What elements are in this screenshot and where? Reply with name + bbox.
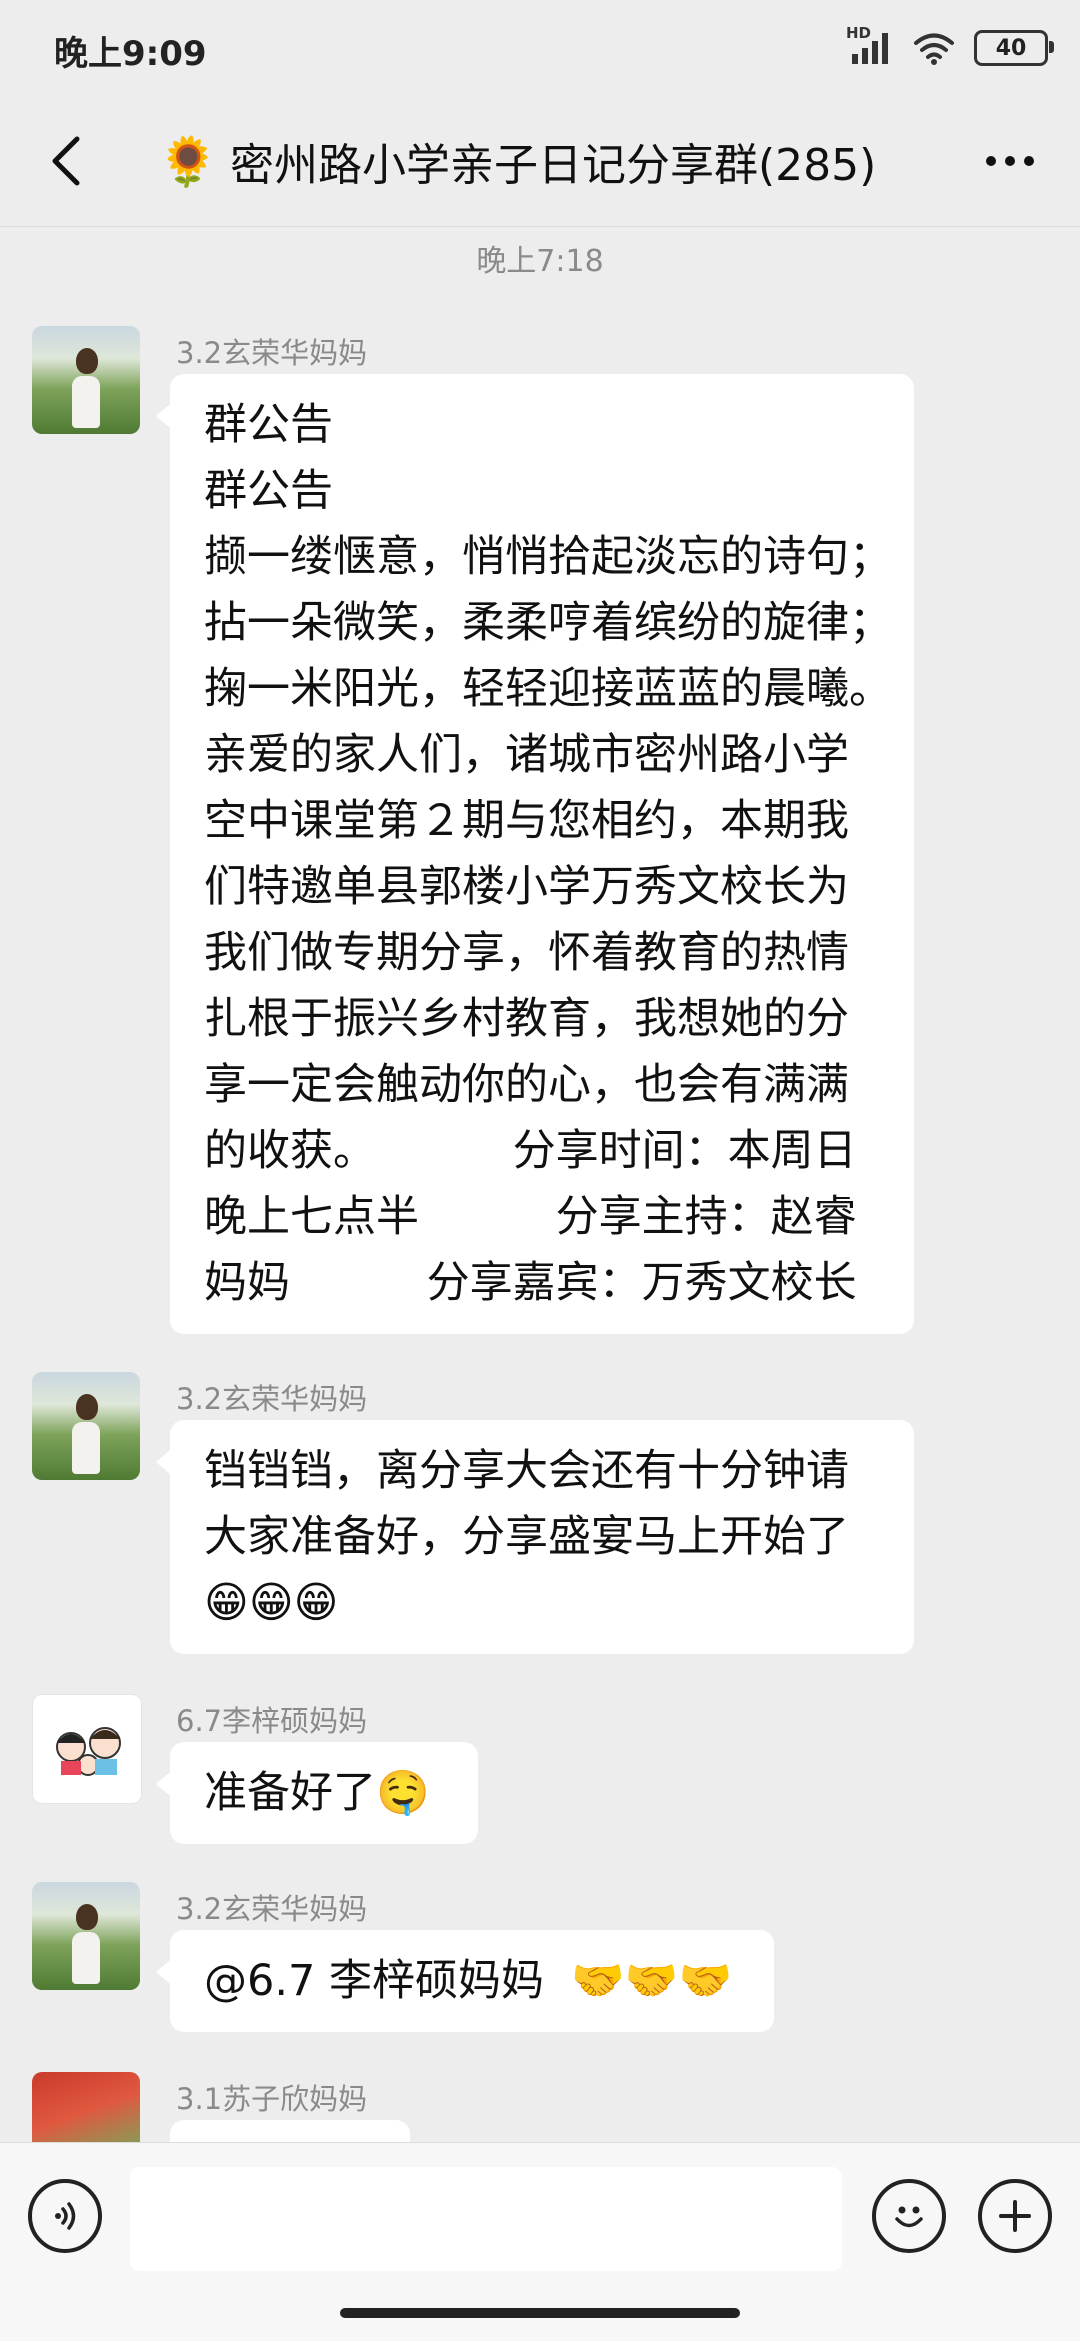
message-line: 妈妈 分享嘉宾：万秀文校长 bbox=[204, 1258, 857, 1308]
avatar[interactable] bbox=[32, 1694, 142, 1804]
message-line: 们特邀单县郭楼小学万秀文校长为 bbox=[204, 862, 849, 912]
sunflower-icon: 🌻 bbox=[158, 133, 218, 190]
message-line: 群公告 bbox=[204, 400, 333, 450]
voice-icon bbox=[55, 2202, 76, 2230]
avatar-person-figure bbox=[72, 1394, 102, 1474]
back-arrow-icon bbox=[52, 136, 80, 186]
message-line: 准备好了🤤 bbox=[204, 1768, 430, 1818]
emoji-button[interactable] bbox=[872, 2179, 946, 2253]
message-line: 亲爱的家人们，诸城市密州路小学 bbox=[204, 730, 849, 780]
voice-button[interactable] bbox=[28, 2179, 102, 2253]
message-line: 铛铛铛，离分享大会还有十分钟请 bbox=[204, 1446, 849, 1496]
message-line: 享一定会触动你的心，也会有满满 bbox=[204, 1060, 849, 1110]
chat-timestamp: 晚上7:18 bbox=[476, 244, 604, 279]
message-line: 撷一缕惬意，悄悄拾起淡忘的诗句； bbox=[204, 532, 892, 582]
home-indicator[interactable] bbox=[340, 2308, 740, 2318]
avatar[interactable] bbox=[32, 1882, 140, 1990]
group-name: 密州路小学亲子日记分享群(285) bbox=[230, 140, 877, 191]
emoji-icon bbox=[895, 2206, 923, 2228]
message-line: 拈一朵微笑，柔柔哼着缤纷的旋律； bbox=[204, 598, 892, 648]
chat-header: 🌻 密州路小学亲子日记分享群(285) bbox=[0, 96, 1080, 227]
message-line: 晚上七点半 分享主持：赵睿 bbox=[204, 1192, 857, 1242]
message-line: 掬一米阳光，轻轻迎接蓝蓝的晨曦。 bbox=[204, 664, 892, 714]
sender-name: 3.1苏子欣妈妈 bbox=[176, 2082, 368, 2116]
message-line: 我们做专期分享，怀着教育的热情 bbox=[204, 928, 849, 978]
battery-icon: 40 bbox=[974, 30, 1054, 66]
message-line: 大家准备好，分享盛宴马上开始了 bbox=[204, 1512, 849, 1562]
hd-label: HD bbox=[846, 24, 872, 42]
more-dots-icon bbox=[986, 156, 1034, 166]
battery-level: 40 bbox=[995, 35, 1027, 61]
message-line: 😁😁😁 bbox=[204, 1578, 339, 1628]
status-icons: HD 40 bbox=[846, 24, 1054, 68]
message-line: 的收获。 分享时间：本周日 bbox=[204, 1126, 857, 1176]
avatar[interactable] bbox=[32, 1372, 140, 1480]
wifi-icon bbox=[912, 30, 956, 66]
message-line: 扎根于振兴乡村教育，我想她的分 bbox=[204, 994, 849, 1044]
message-bubble[interactable]: 群公告 群公告 撷一缕惬意，悄悄拾起淡忘的诗句； 拈一朵微笑，柔柔哼着缤纷的旋律… bbox=[156, 374, 914, 1334]
status-time: 晚上9:09 bbox=[54, 34, 207, 74]
signal-icon: HD bbox=[846, 24, 894, 66]
plus-icon bbox=[999, 2200, 1031, 2232]
more-functions-button[interactable] bbox=[978, 2179, 1052, 2253]
back-button[interactable] bbox=[30, 126, 100, 196]
chat-title: 🌻 密州路小学亲子日记分享群(285) bbox=[158, 126, 920, 196]
sender-name: 3.2玄荣华妈妈 bbox=[176, 1892, 368, 1926]
status-bar: 晚上9:09 HD 40 bbox=[0, 0, 1080, 96]
sender-name: 3.2玄荣华妈妈 bbox=[176, 336, 368, 370]
message-line: 空中课堂第２期与您相约，本期我 bbox=[204, 796, 849, 846]
message-bubble[interactable]: @6.7 李梓硕妈妈 🤝🤝🤝 bbox=[156, 1930, 774, 2032]
sender-name: 6.7李梓硕妈妈 bbox=[176, 1704, 368, 1738]
more-button[interactable] bbox=[970, 126, 1050, 196]
avatar-person-figure bbox=[72, 348, 102, 428]
avatar[interactable] bbox=[32, 326, 140, 434]
sender-name: 3.2玄荣华妈妈 bbox=[176, 1382, 368, 1416]
message-bubble[interactable]: 铛铛铛，离分享大会还有十分钟请 大家准备好，分享盛宴马上开始了 😁😁😁 bbox=[156, 1420, 914, 1654]
message-bubble[interactable]: 准备好了🤤 bbox=[156, 1742, 478, 1844]
message-input[interactable] bbox=[130, 2167, 842, 2271]
message-line: @6.7 李梓硕妈妈 🤝🤝🤝 bbox=[204, 1956, 733, 2006]
avatar-person-figure bbox=[72, 1904, 102, 1984]
message-line: 群公告 bbox=[204, 466, 333, 516]
cartoon-family-icon bbox=[56, 1727, 121, 1776]
